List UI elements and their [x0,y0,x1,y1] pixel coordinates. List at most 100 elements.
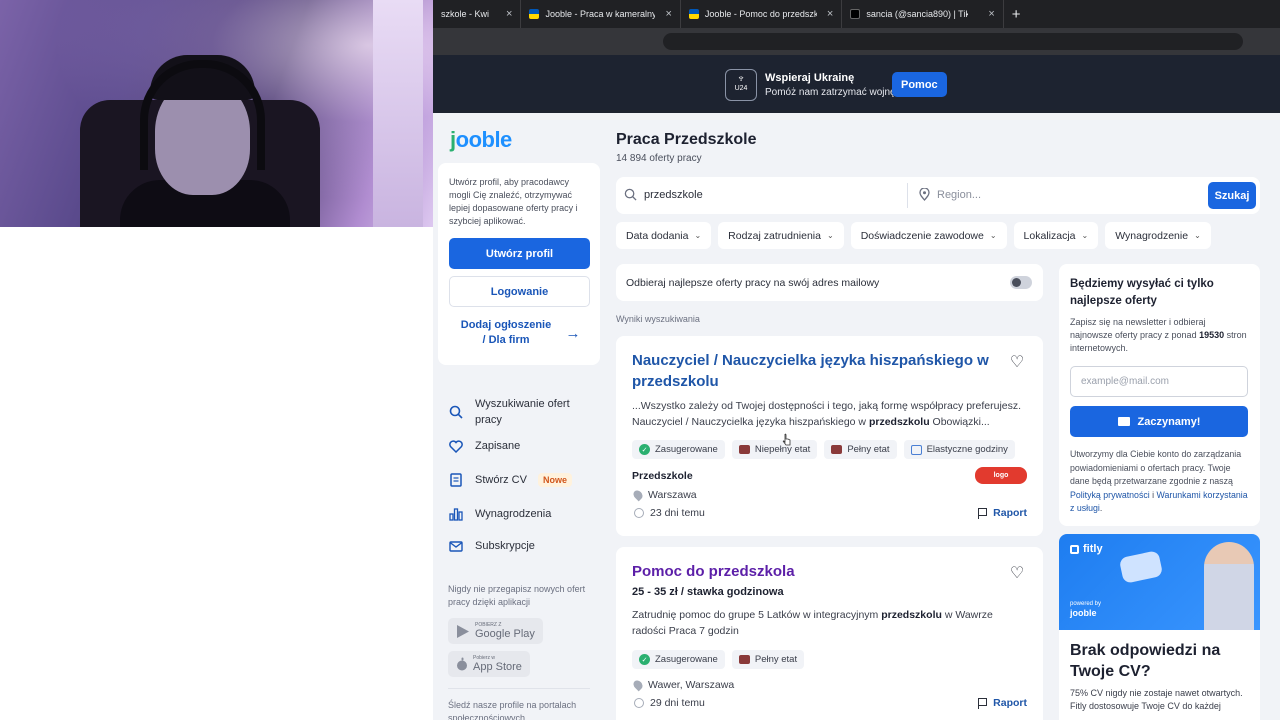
privacy-policy-link[interactable]: Polityką prywatności [1070,490,1150,500]
report-button[interactable]: Raport [978,507,1027,519]
check-icon: ✓ [639,654,650,665]
browser-tab[interactable]: szkole - Kwi × [433,0,522,28]
company-name: Przedszkole [632,470,693,482]
u24-logo: ♆ U24 [725,69,757,101]
heart-icon [448,438,464,454]
tab-close-icon[interactable]: × [506,8,512,20]
google-play-button[interactable]: POBIERZ Z Google Play [448,618,543,644]
new-badge: Nowe [537,473,572,487]
job-card[interactable]: Pomoc do przedszkola ♡ 25 - 35 zł / staw… [616,547,1043,720]
sidebar-item-salaries[interactable]: Wynagrodzenia [448,497,598,531]
jooble-logo[interactable]: jooble [450,127,512,153]
job-title[interactable]: Nauczyciel / Nauczycielka języka hiszpań… [632,350,992,392]
filter-date-added[interactable]: Data dodania ⌄ [616,222,712,249]
profile-text: Utwórz profil, aby pracodawcy mogli Cię … [449,177,578,226]
job-tags: ✓ Zasugerowane Niepełny etat Pełny etat E… [632,440,1015,459]
ukraine-flag-icon [688,9,699,19]
job-posted: 29 dni temu [634,697,705,709]
search-field[interactable]: przedszkole [624,188,703,201]
mouse-cursor-icon [782,433,791,446]
cv-promo-card[interactable]: fitly powered by jooble Brak odpowiedzi n… [1059,534,1260,720]
job-title[interactable]: Pomoc do przedszkola [632,561,992,582]
email-input[interactable]: example@mail.com [1070,366,1248,397]
heart-icon[interactable]: ♡ [1009,355,1025,371]
job-card[interactable]: Nauczyciel / Nauczycielka języka hiszpań… [616,336,1043,536]
tag-suggested: ✓ Zasugerowane [632,440,725,459]
profile-card: Utwórz profil, aby pracodawcy mogli Cię … [438,163,600,365]
sidebar-item-label: Subskrypcje [475,540,535,552]
newsletter-text: Zapisz się na newsletter i odbieraj najn… [1070,317,1247,353]
newsletter-title: Będziemy wysyłać ci tylko najlepsze ofer… [1070,278,1214,307]
apps-promo-text: Nigdy nie przegapisz nowych ofert pracy … [448,584,586,607]
search-icon [624,188,637,201]
flag-icon [978,697,988,709]
webcam-door [373,0,423,227]
filter-experience[interactable]: Doświadczenie zawodowe ⌄ [850,222,1007,249]
tab-close-icon[interactable]: × [665,8,671,20]
search-input[interactable]: przedszkole [644,189,703,201]
browser-tab[interactable]: sancia (@sancia890) | TikTok × [842,0,1004,28]
job-posted: 23 dni temu [634,507,705,519]
post-ad-link[interactable]: Dodaj ogłoszenie / Dla firm → [449,318,590,348]
heart-icon[interactable]: ♡ [1009,566,1025,582]
sidebar-item-label: Wyszukiwanie ofert pracy [475,398,570,426]
banner-subtitle: Pomóż nam zatrzymać wojnę [765,87,896,98]
tab-title: Jooble - Praca w kameralnym p [545,9,656,19]
newsletter-box: Będziemy wysyłać ci tylko najlepsze ofer… [1059,264,1260,526]
filter-location[interactable]: Lokalizacja ⌄ [1013,222,1099,249]
region-field[interactable]: Region... [919,188,981,201]
flag-icon [978,507,988,519]
address-bar-area [433,28,1280,55]
apple-icon [457,657,467,671]
app-store-button[interactable]: Pobierz w App Store [448,651,530,677]
page-content: jooble Utwórz profil, aby pracodawcy mog… [433,113,1280,720]
address-bar[interactable] [663,33,1243,50]
create-profile-button[interactable]: Utwórz profil [449,238,590,269]
report-button[interactable]: Raport [978,697,1027,709]
sidebar-item-create-cv[interactable]: Stwórz CV Nowe [448,463,598,497]
newsletter-legal: Utworzymy dla Ciebie konto do zarządzani… [1070,449,1248,513]
search-button[interactable]: Szukaj [1208,182,1256,209]
tab-close-icon[interactable]: × [988,8,994,20]
results-label: Wyniki wyszukiwania [616,314,700,324]
webcam-person-headset [140,60,265,170]
sidebar-nav: Wyszukiwanie ofert pracy Zapisane Stwórz… [448,395,598,561]
fitly-icon [1070,544,1079,554]
person-illustration [1204,542,1254,630]
tag-full-time: Pełny etat [824,440,897,459]
briefcase-icon [738,445,750,454]
help-button[interactable]: Pomoc [892,72,947,97]
search-divider [907,183,908,208]
search-icon [448,404,464,420]
check-icon: ✓ [639,444,650,455]
search-bar: przedszkole Region... Szukaj [616,177,1260,214]
job-location: Wawer, Warszawa [631,678,734,692]
location-pin-icon [631,488,645,502]
chevron-down-icon: ⌄ [694,231,702,240]
fitly-logo: fitly [1070,543,1103,555]
sidebar-item-subscriptions[interactable]: Subskrypcje [448,531,598,561]
bar-chart-icon [448,506,464,522]
results-count: 14 894 oferty pracy [616,153,702,164]
sidebar-item-saved[interactable]: Zapisane [448,429,598,463]
browser-tab[interactable]: Jooble - Praca w kameralnym p × [521,0,681,28]
region-input[interactable]: Region... [937,189,981,201]
browser-tab-active[interactable]: Jooble - Pomoc do przedszkola × [681,0,843,28]
sidebar-item-label: Wynagrodzenia [475,508,552,520]
email-alert-toggle[interactable] [1010,276,1032,289]
sidebar-item-search-jobs[interactable]: Wyszukiwanie ofert pracy [448,395,598,429]
powered-by-jooble: powered by jooble [1070,601,1102,618]
tag-flexible-hours: Elastyczne godziny [903,440,1015,459]
job-salary: 25 - 35 zł / stawka godzinowa [632,586,784,598]
chevron-down-icon: ⌄ [1081,231,1089,240]
new-tab-button[interactable]: + [1004,6,1029,23]
post-ad-label: Dodaj ogłoszenie / Dla firm [460,319,552,346]
location-pin-icon [631,678,645,692]
subscribe-button[interactable]: Zaczynamy! [1070,406,1248,437]
filter-salary[interactable]: Wynagrodzenie ⌄ [1105,222,1211,249]
filter-employment-type[interactable]: Rodzaj zatrudnienia ⌄ [718,222,844,249]
tab-close-icon[interactable]: × [827,8,833,20]
login-button[interactable]: Logowanie [449,276,590,307]
briefcase-icon [831,445,843,454]
tag-part-time: Niepełny etat [731,440,818,459]
